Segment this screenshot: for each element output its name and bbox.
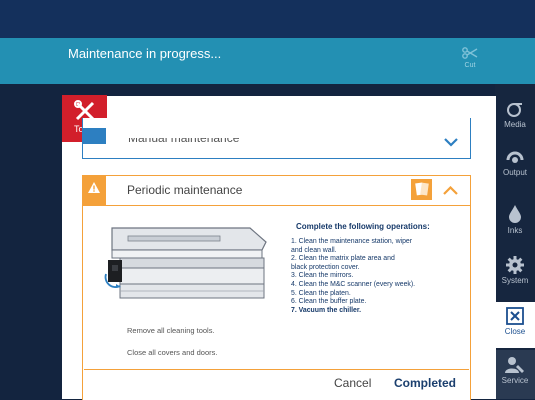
book-icon	[415, 182, 429, 196]
sidebar-item-label: Inks	[507, 226, 523, 235]
periodic-maintenance-title: Periodic maintenance	[127, 183, 243, 197]
cut-button[interactable]: Cut	[451, 40, 489, 82]
scissors-icon	[462, 47, 478, 59]
status-title: Maintenance in progress...	[68, 46, 222, 61]
list-item: 4. Clean the M&C scanner (every week).	[291, 280, 416, 288]
manual-book-icon[interactable]	[411, 179, 432, 200]
list-item: 5. Clean the platen.	[291, 289, 351, 297]
sidebar-item-label: Media	[504, 120, 526, 129]
sidebar-item-media[interactable]: Media	[495, 100, 535, 144]
sidebar-item-output[interactable]: Output	[495, 148, 535, 192]
list-item: 3. Clean the mirrors.	[291, 272, 354, 280]
sidebar-item-label: Service	[501, 376, 529, 385]
list-item: 6. Clean the buffer plate.	[291, 298, 367, 306]
list-item: 2. Clean the matrix plate area and	[291, 255, 395, 263]
completed-button[interactable]: Completed	[394, 376, 456, 390]
list-item: 1. Clean the maintenance station, wiper	[291, 238, 413, 245]
chevron-up-icon[interactable]	[443, 186, 458, 195]
ink-drop-icon	[509, 205, 521, 223]
sidebar-item-label: Output	[502, 168, 527, 177]
sidebar-item-label: System	[501, 276, 529, 285]
top-bar	[0, 0, 535, 38]
service-icon	[505, 357, 524, 373]
operations-title: Complete the following operations:	[296, 222, 430, 231]
warning-icon	[88, 182, 100, 193]
sidebar-item-label: Close	[504, 327, 526, 336]
manual-icon	[82, 128, 106, 144]
list-item: black protection cover.	[291, 263, 360, 271]
media-icon	[507, 103, 522, 117]
sidebar-item-system[interactable]: System	[495, 256, 535, 300]
gear-icon	[506, 256, 524, 274]
close-icon	[506, 307, 524, 325]
operations-list: 1. Clean the maintenance station, wiper …	[291, 238, 467, 315]
divider	[84, 369, 469, 370]
cut-label: Cut	[464, 62, 476, 69]
sidebar-item-close[interactable]: Close	[495, 302, 535, 348]
list-item: 7. Vacuum the chiller.	[291, 306, 362, 314]
warning-badge	[82, 175, 106, 205]
list-item: and clean wall.	[291, 246, 337, 254]
chevron-down-icon[interactable]	[444, 138, 458, 147]
cancel-button[interactable]: Cancel	[334, 376, 371, 390]
printer-illustration	[104, 227, 267, 299]
sidebar-item-service[interactable]: Service	[495, 350, 535, 399]
note-close-covers: Close all covers and doors.	[127, 348, 218, 357]
output-icon	[506, 151, 524, 163]
note-remove-tools: Remove all cleaning tools.	[127, 326, 215, 335]
sidebar-item-inks[interactable]: Inks	[495, 204, 535, 248]
